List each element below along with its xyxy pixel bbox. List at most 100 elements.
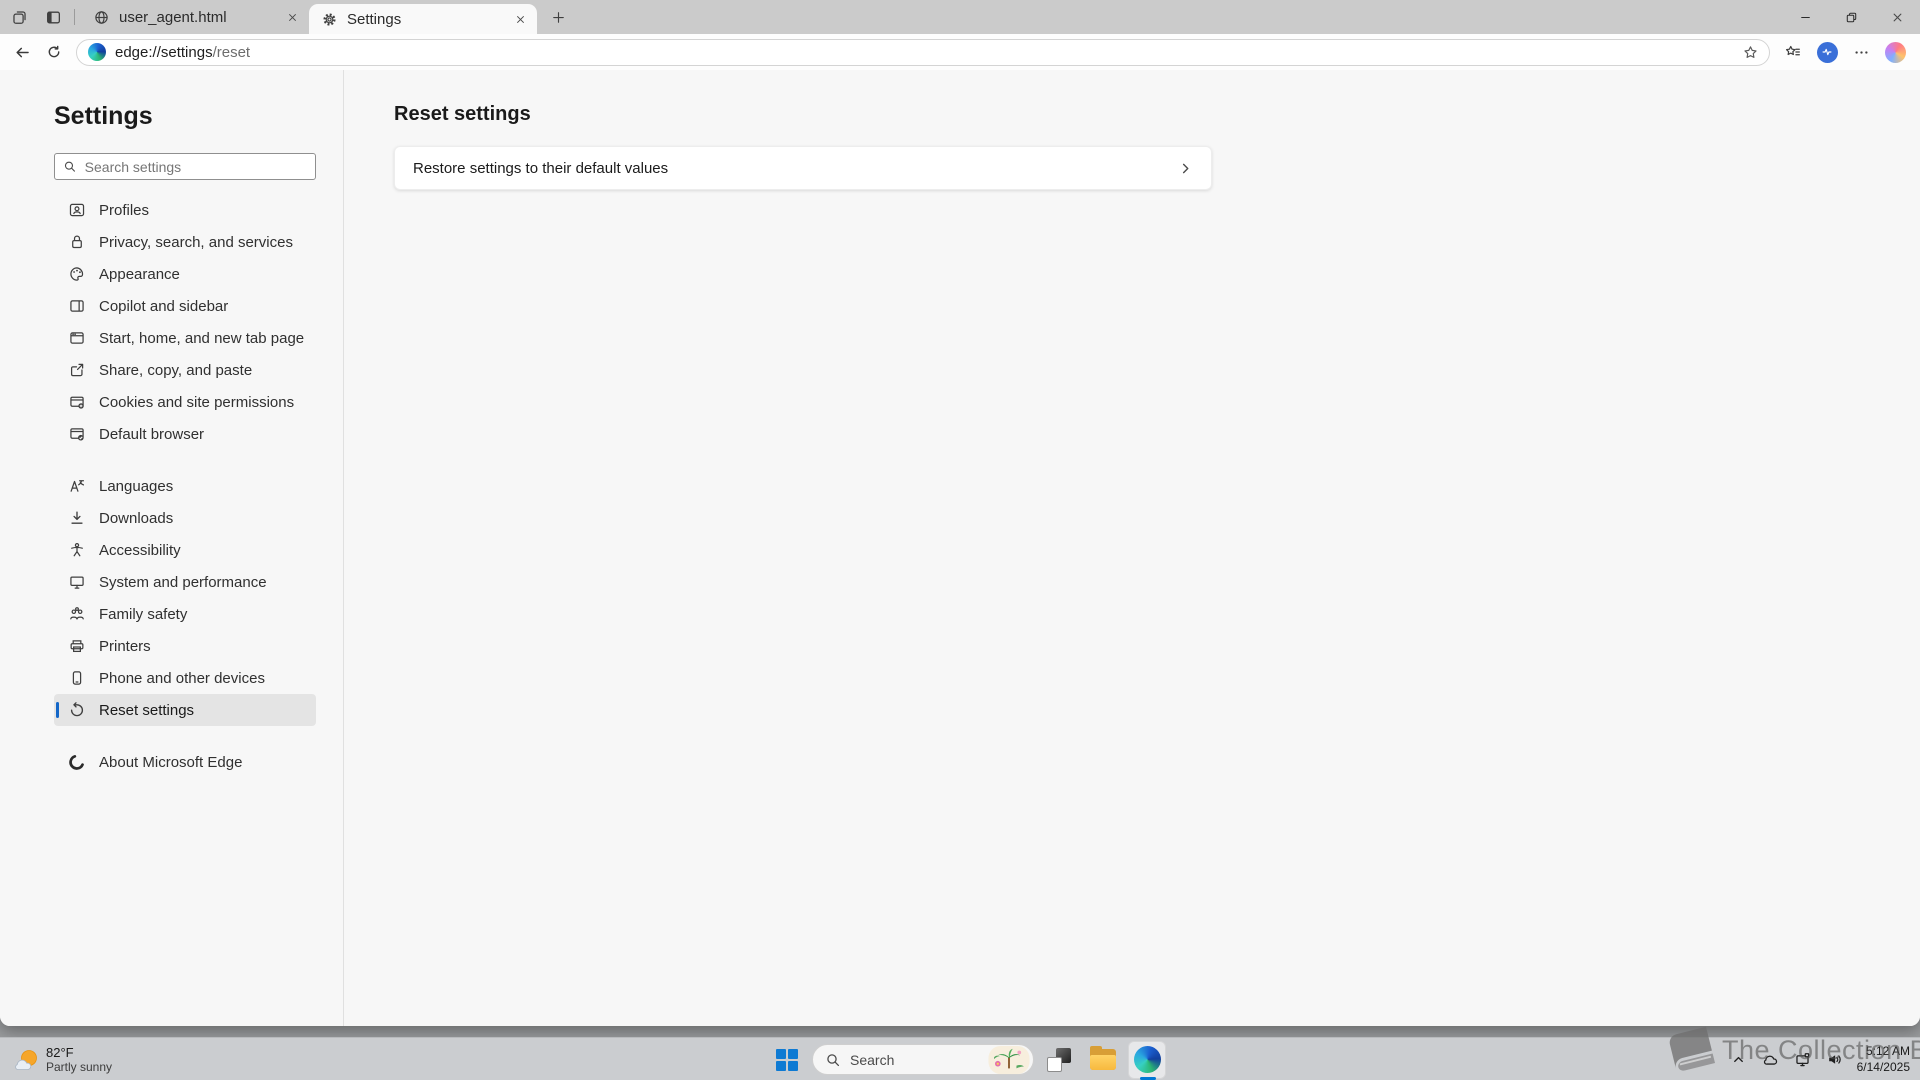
close-icon — [514, 13, 527, 26]
sidebar-item-label: Reset settings — [99, 702, 194, 719]
star-icon — [1742, 44, 1759, 61]
settings-main: Reset settings Restore settings to their… — [344, 70, 1920, 1026]
download-icon — [68, 509, 86, 527]
restore-defaults-label: Restore settings to their default values — [413, 160, 1178, 177]
sidebar-layout-icon — [68, 297, 86, 315]
system-tray: 5:12 AM 6/14/2025 — [1725, 1038, 1910, 1080]
back-arrow-icon — [14, 44, 31, 61]
toolbar-right-icons — [1776, 37, 1912, 67]
minimize-button[interactable] — [1782, 0, 1828, 34]
settings-search-box[interactable] — [54, 153, 316, 180]
tab-close-button[interactable] — [511, 10, 529, 28]
add-favorite-button[interactable] — [1737, 40, 1763, 64]
taskbar: 82°F Partly sunny Search — [0, 1037, 1920, 1080]
sidebar-item-about-edge[interactable]: About Microsoft Edge — [54, 746, 316, 778]
globe-icon — [93, 9, 110, 26]
plus-icon — [551, 10, 566, 25]
restore-defaults-row[interactable]: Restore settings to their default values — [394, 146, 1212, 190]
accessibility-icon — [68, 541, 86, 559]
url-text: edge://settings/reset — [115, 44, 1737, 61]
bing-daily-image — [988, 1046, 1030, 1074]
copilot-button[interactable] — [1878, 37, 1912, 67]
task-view-icon — [1047, 1048, 1071, 1072]
sidebar-item-copilot-sidebar[interactable]: Copilot and sidebar — [54, 290, 316, 322]
reset-icon — [68, 701, 86, 719]
edge-taskbar-button[interactable] — [1128, 1041, 1166, 1079]
browser-toolbar: edge://settings/reset — [0, 34, 1920, 70]
tab-strip: user_agent.html Settings — [0, 0, 1920, 34]
family-icon — [68, 605, 86, 623]
gear-icon — [321, 11, 338, 28]
clock-time: 5:12 AM — [1857, 1044, 1910, 1060]
sidebar-item-label: Start, home, and new tab page — [99, 330, 304, 347]
sidebar-item-profiles[interactable]: Profiles — [54, 194, 316, 226]
sidebar-item-printers[interactable]: Printers — [54, 630, 316, 662]
close-window-button[interactable] — [1874, 0, 1920, 34]
favorites-button[interactable] — [1776, 37, 1810, 67]
sidebar-item-label: Share, copy, and paste — [99, 362, 252, 379]
browser-essentials-button[interactable] — [1810, 37, 1844, 67]
task-view-button[interactable] — [1040, 1041, 1078, 1079]
sidebar-item-privacy[interactable]: Privacy, search, and services — [54, 226, 316, 258]
start-button[interactable] — [768, 1041, 806, 1079]
search-icon — [63, 159, 77, 174]
tab-settings[interactable]: Settings — [309, 4, 537, 34]
sidebar-item-label: System and performance — [99, 574, 267, 591]
sidebar-item-family-safety[interactable]: Family safety — [54, 598, 316, 630]
tab-close-button[interactable] — [283, 8, 301, 26]
sidebar-item-system-performance[interactable]: System and performance — [54, 566, 316, 598]
lock-icon — [68, 233, 86, 251]
tab-user-agent[interactable]: user_agent.html — [81, 0, 309, 34]
tab-actions-menu-button[interactable] — [4, 3, 34, 31]
address-bar[interactable]: edge://settings/reset — [76, 39, 1770, 66]
refresh-button[interactable] — [38, 37, 70, 67]
sidebar-item-phone-devices[interactable]: Phone and other devices — [54, 662, 316, 694]
file-explorer-button[interactable] — [1084, 1041, 1122, 1079]
palette-icon — [68, 265, 86, 283]
sidebar-item-reset-settings[interactable]: Reset settings — [54, 694, 316, 726]
ellipsis-icon — [1853, 44, 1870, 61]
back-button[interactable] — [6, 37, 38, 67]
restore-button[interactable] — [1828, 0, 1874, 34]
new-tab-button[interactable] — [543, 3, 573, 31]
sidebar-item-default-browser[interactable]: Default browser — [54, 418, 316, 450]
sidebar-item-start-home[interactable]: Start, home, and new tab page — [54, 322, 316, 354]
settings-more-button[interactable] — [1844, 37, 1878, 67]
volume-tray-button[interactable] — [1821, 1045, 1849, 1075]
settings-search-input[interactable] — [85, 159, 307, 175]
vertical-tabs-icon — [45, 9, 62, 26]
sidebar-item-languages[interactable]: Languages — [54, 470, 316, 502]
chevron-right-icon — [1178, 161, 1193, 176]
sidebar-item-label: Downloads — [99, 510, 173, 527]
taskbar-search-label: Search — [850, 1052, 988, 1068]
vertical-tabs-button[interactable] — [38, 3, 68, 31]
sidebar-item-accessibility[interactable]: Accessibility — [54, 534, 316, 566]
weather-temperature: 82°F — [46, 1045, 112, 1061]
sidebar-item-label: Default browser — [99, 426, 204, 443]
weather-widget[interactable]: 82°F Partly sunny — [12, 1038, 112, 1080]
sidebar-item-cookies-permissions[interactable]: Cookies and site permissions — [54, 386, 316, 418]
default-browser-icon — [68, 425, 86, 443]
partly-sunny-icon — [12, 1047, 38, 1073]
network-tray-button[interactable] — [1789, 1045, 1817, 1075]
cloud-icon — [1762, 1051, 1779, 1068]
sidebar-item-label: Privacy, search, and services — [99, 234, 293, 251]
sidebar-item-label: About Microsoft Edge — [99, 754, 242, 771]
clock-date: 6/14/2025 — [1857, 1060, 1910, 1076]
settings-sidebar: Settings Profiles Privacy, search, and s… — [0, 70, 344, 1026]
sidebar-item-downloads[interactable]: Downloads — [54, 502, 316, 534]
close-icon — [286, 11, 299, 24]
taskbar-search[interactable]: Search — [812, 1044, 1034, 1075]
sidebar-item-share-copy-paste[interactable]: Share, copy, and paste — [54, 354, 316, 386]
network-monitor-icon — [1794, 1051, 1811, 1068]
chevron-up-icon — [1731, 1052, 1746, 1067]
taskbar-clock[interactable]: 5:12 AM 6/14/2025 — [1857, 1044, 1910, 1075]
windows-logo-icon — [776, 1049, 798, 1071]
onedrive-tray-button[interactable] — [1757, 1045, 1785, 1075]
show-hidden-icons-button[interactable] — [1725, 1045, 1753, 1075]
weather-condition: Partly sunny — [46, 1060, 112, 1074]
minimize-icon — [1798, 10, 1813, 25]
sidebar-item-label: Appearance — [99, 266, 180, 283]
settings-nav: Profiles Privacy, search, and services A… — [0, 194, 343, 778]
sidebar-item-appearance[interactable]: Appearance — [54, 258, 316, 290]
